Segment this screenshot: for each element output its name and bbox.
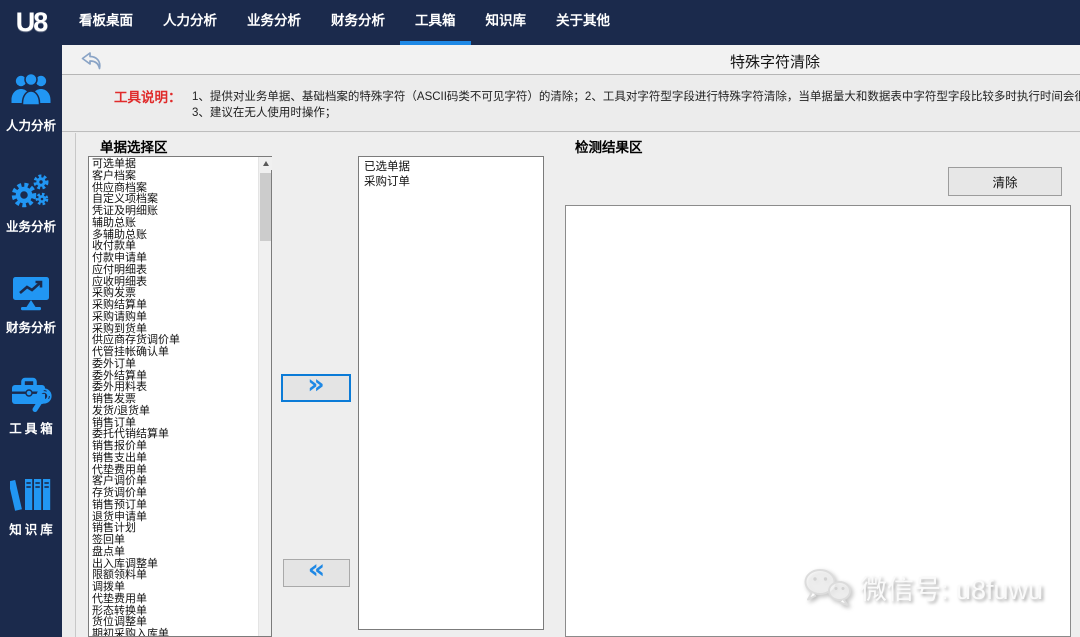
selected-document-item[interactable]: 已选单据 — [364, 160, 543, 175]
available-document-item[interactable]: 发货/退货单 — [92, 406, 257, 418]
selected-documents-listbox[interactable]: 已选单据采购订单 — [358, 156, 544, 630]
available-document-item[interactable]: 销售发票 — [92, 394, 257, 406]
available-document-item[interactable]: 销售支出单 — [92, 453, 257, 465]
available-document-item[interactable]: 采购结算单 — [92, 300, 257, 312]
double-chevron-right-icon: » — [307, 375, 324, 395]
u8-logo: U8 — [0, 7, 62, 38]
available-document-item[interactable]: 盘点单 — [92, 547, 257, 559]
sidebar: 人力分析 业务分析 财务分析 — [0, 45, 62, 637]
nav-tab[interactable]: 知识库 — [471, 0, 542, 45]
available-document-item[interactable]: 销售预订单 — [92, 500, 257, 512]
nav-tab[interactable]: 人力分析 — [148, 0, 232, 45]
available-document-item[interactable]: 辅助总账 — [92, 218, 257, 230]
toolbox-icon — [9, 372, 53, 416]
gears-icon — [10, 170, 52, 214]
available-documents-listbox[interactable]: 可选单据客户档案供应商档案自定义项档案凭证及明细账辅助总账多辅助总账收付款单付款… — [88, 156, 272, 637]
move-left-button[interactable]: « — [283, 559, 350, 587]
available-document-item[interactable]: 客户档案 — [92, 171, 257, 183]
page-title: 特殊字符清除 — [730, 51, 820, 72]
available-document-item[interactable]: 可选单据 — [92, 159, 257, 171]
sidebar-item-finance-analysis[interactable]: 财务分析 — [0, 259, 62, 360]
sidebar-item-hr-analysis[interactable]: 人力分析 — [0, 57, 62, 158]
tool-note-line1: 1、提供对业务单据、基础档案的特殊字符（ASCII码类不可见字符）的清除；2、工… — [192, 88, 1077, 104]
main-content: 特殊字符清除 工具说明： 1、提供对业务单据、基础档案的特殊字符（ASCII码类… — [62, 45, 1080, 637]
top-navbar: U8 看板桌面人力分析业务分析财务分析工具箱知识库关于其他 — [0, 0, 1080, 45]
available-document-item[interactable]: 存货调价单 — [92, 488, 257, 500]
tool-note: 工具说明： 1、提供对业务单据、基础档案的特殊字符（ASCII码类不可见字符）的… — [62, 76, 1080, 132]
available-document-item[interactable]: 签回单 — [92, 535, 257, 547]
clear-button[interactable]: 清除 — [948, 167, 1062, 196]
section-label-document-selection: 单据选择区 — [100, 136, 168, 156]
section-label-detection-results: 检测结果区 — [575, 136, 643, 156]
sidebar-item-label: 人力分析 — [6, 115, 56, 134]
available-document-item[interactable]: 销售报价单 — [92, 441, 257, 453]
books-icon — [10, 473, 52, 517]
available-document-item[interactable]: 期初采购入库单 — [92, 629, 257, 637]
available-document-item[interactable]: 调拨单 — [92, 582, 257, 594]
available-document-item[interactable]: 代垫费用单 — [92, 594, 257, 606]
people-icon — [10, 69, 52, 113]
move-right-button[interactable]: » — [281, 374, 351, 402]
clear-button-label: 清除 — [992, 172, 1017, 191]
back-button[interactable] — [80, 51, 104, 70]
available-document-item[interactable]: 委外订单 — [92, 359, 257, 371]
sidebar-item-business-analysis[interactable]: 业务分析 — [0, 158, 62, 259]
available-document-item[interactable]: 代管挂帐确认单 — [92, 347, 257, 359]
sidebar-item-label: 财务分析 — [6, 317, 56, 336]
sidebar-item-knowledge-base[interactable]: 知识库 — [0, 461, 62, 562]
monitor-chart-icon — [10, 271, 52, 315]
sidebar-item-label: 工具箱 — [9, 418, 56, 437]
nav-tab[interactable]: 工具箱 — [400, 0, 471, 45]
nav-tab[interactable]: 看板桌面 — [64, 0, 148, 45]
page-header: 特殊字符清除 — [62, 45, 1080, 75]
nav-tabs: 看板桌面人力分析业务分析财务分析工具箱知识库关于其他 — [64, 0, 625, 45]
available-document-item[interactable]: 应付明细表 — [92, 265, 257, 277]
available-document-item[interactable]: 付款申请单 — [92, 253, 257, 265]
nav-tab[interactable]: 业务分析 — [232, 0, 316, 45]
sidebar-item-label: 业务分析 — [6, 216, 56, 235]
tool-note-label: 工具说明： — [114, 86, 182, 106]
sidebar-item-label: 知识库 — [9, 519, 56, 538]
available-document-item[interactable]: 凭证及明细账 — [92, 206, 257, 218]
scroll-up-arrow-icon[interactable] — [259, 157, 272, 170]
available-document-item[interactable]: 采购请购单 — [92, 312, 257, 324]
back-arrow-icon — [80, 51, 104, 70]
detection-results-box — [565, 205, 1071, 637]
tool-note-line2: 3、建议在无人使用时操作； — [192, 104, 1077, 120]
nav-tab[interactable]: 财务分析 — [316, 0, 400, 45]
nav-tab[interactable]: 关于其他 — [541, 0, 625, 45]
selected-document-item[interactable]: 采购订单 — [364, 175, 543, 190]
sidebar-item-toolbox[interactable]: 工具箱 — [0, 360, 62, 461]
scrollbar[interactable] — [258, 157, 271, 636]
scrollbar-thumb[interactable] — [260, 173, 271, 241]
double-chevron-left-icon: « — [308, 560, 325, 580]
